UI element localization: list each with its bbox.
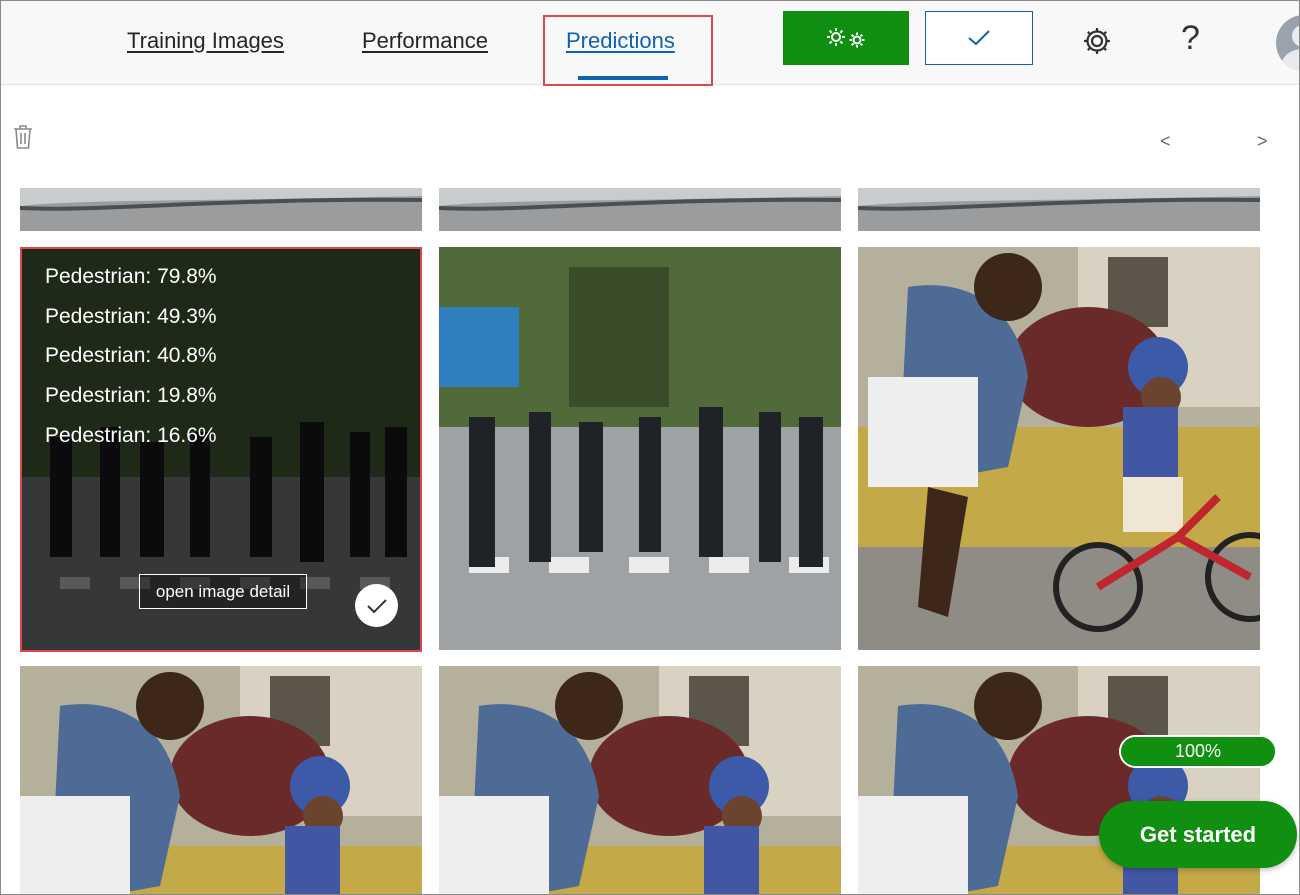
image-thumbnail[interactable]: [858, 188, 1260, 231]
image-thumbnail[interactable]: [20, 666, 422, 894]
gears-icon: [827, 28, 865, 48]
prediction-list: Pedestrian: 79.8% Pedestrian: 49.3% Pede…: [45, 263, 217, 461]
open-image-detail-button[interactable]: open image detail: [139, 574, 307, 609]
user-avatar-icon[interactable]: [1276, 15, 1299, 71]
trash-icon[interactable]: [12, 124, 34, 150]
image-thumbnail[interactable]: [439, 247, 841, 650]
gear-icon[interactable]: [1081, 25, 1113, 57]
progress-bar: 100%: [1119, 735, 1277, 768]
previous-page-button[interactable]: <: [1160, 131, 1171, 152]
active-tab-indicator: [578, 76, 668, 80]
image-thumbnail[interactable]: [439, 666, 841, 894]
app-frame: Training Images Performance Predictions: [0, 0, 1300, 895]
avatar-body: [1282, 49, 1299, 71]
avatar-head: [1292, 25, 1299, 47]
train-button[interactable]: [783, 11, 909, 65]
prediction-label: Pedestrian: 19.8%: [45, 384, 217, 408]
image-thumbnail[interactable]: [858, 247, 1260, 650]
help-icon[interactable]: ?: [1181, 21, 1200, 55]
tab-training-images[interactable]: Training Images: [127, 28, 284, 54]
tab-predictions[interactable]: Predictions: [566, 28, 675, 54]
select-image-toggle[interactable]: [355, 584, 398, 627]
prediction-label: Pedestrian: 40.8%: [45, 344, 217, 368]
prediction-label: Pedestrian: 79.8%: [45, 265, 217, 288]
prediction-label: Pedestrian: 16.6%: [45, 423, 217, 447]
quick-test-button[interactable]: [925, 11, 1033, 65]
prediction-label: Pedestrian: 49.3%: [45, 304, 217, 328]
next-page-button[interactable]: >: [1257, 131, 1268, 152]
progress-label: 100%: [1174, 741, 1222, 761]
image-thumbnail-selected[interactable]: Pedestrian: 79.8% Pedestrian: 49.3% Pede…: [20, 247, 422, 650]
image-thumbnail[interactable]: [439, 188, 841, 231]
top-nav-bar: Training Images Performance Predictions: [1, 1, 1299, 86]
image-thumbnail[interactable]: [20, 188, 422, 231]
get-started-button[interactable]: Get started: [1099, 801, 1297, 868]
checkmark-icon: [366, 598, 387, 613]
tab-performance[interactable]: Performance: [362, 28, 488, 54]
checkmark-icon: [968, 30, 990, 46]
